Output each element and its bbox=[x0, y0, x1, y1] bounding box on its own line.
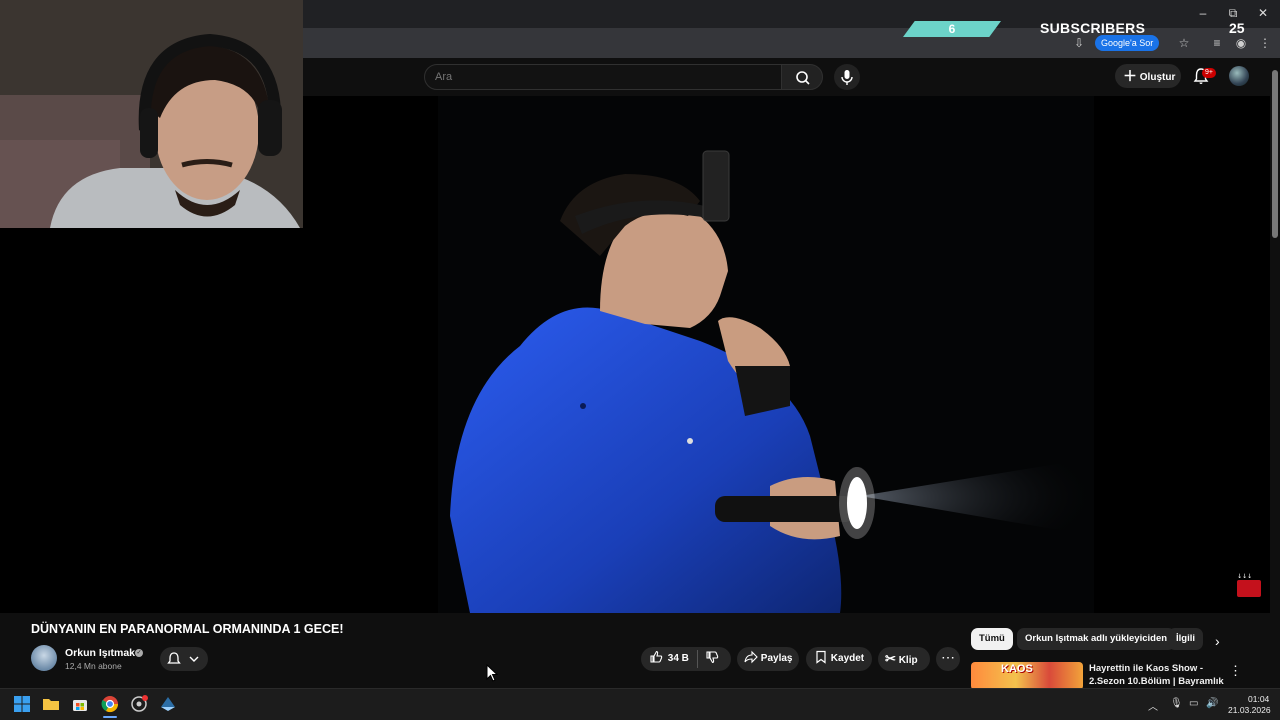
display-tray-icon[interactable]: ▭ bbox=[1189, 698, 1198, 709]
windows-logo-icon bbox=[14, 696, 30, 712]
chip-related[interactable]: İlgili bbox=[1168, 628, 1203, 650]
share-label: Paylaş bbox=[760, 653, 793, 664]
thumbs-down-icon bbox=[706, 651, 719, 664]
taskbar-date[interactable]: 21.03.2026 bbox=[1228, 705, 1271, 715]
start-button[interactable] bbox=[12, 694, 32, 714]
scrollbar-thumb[interactable] bbox=[1272, 70, 1278, 238]
bookmark-icon bbox=[816, 650, 826, 664]
search-input[interactable] bbox=[424, 64, 782, 90]
close-window-button[interactable]: ✕ bbox=[1248, 4, 1278, 22]
verified-icon: ✓ bbox=[135, 649, 143, 657]
channel-avatar[interactable] bbox=[31, 645, 57, 671]
thumbs-up-icon bbox=[650, 650, 663, 663]
subscribe-watermark-icon: ↓↓↓ bbox=[1237, 573, 1261, 597]
video-title: DÜNYANIN EN PARANORMAL ORMANINDA 1 GECE! bbox=[31, 622, 344, 636]
notification-badge: 9+ bbox=[1202, 68, 1216, 78]
share-icon bbox=[744, 650, 758, 664]
share-button[interactable]: Paylaş bbox=[737, 647, 799, 671]
volume-tray-icon[interactable]: 🔊 bbox=[1206, 698, 1218, 709]
tray-overflow-icon[interactable]: ︿ bbox=[1148, 698, 1158, 713]
subscriber-count-bar: 6 bbox=[903, 21, 1001, 37]
mouse-cursor bbox=[486, 663, 499, 682]
store-icon bbox=[73, 700, 87, 711]
tab-search-icon[interactable]: ≡ bbox=[1209, 35, 1225, 51]
active-app-indicator bbox=[103, 716, 117, 718]
create-button[interactable]: ＋ Oluştur bbox=[1115, 64, 1181, 88]
browser-menu-icon[interactable]: ⋮ bbox=[1257, 35, 1273, 51]
file-explorer-button[interactable] bbox=[41, 694, 61, 714]
minimize-button[interactable]: – bbox=[1188, 4, 1218, 22]
ask-google-button[interactable]: Google'a Sor bbox=[1095, 35, 1160, 51]
scissors-icon: ✂ bbox=[885, 651, 896, 666]
create-label: Oluştur bbox=[1139, 72, 1176, 83]
subscribe-watermark[interactable]: ↓↓↓ bbox=[1236, 572, 1262, 598]
chip-from-uploader[interactable]: Orkun Işıtmak adlı yükleyiciden bbox=[1017, 628, 1176, 650]
obs-button[interactable] bbox=[129, 694, 149, 714]
voice-search-button[interactable] bbox=[834, 64, 860, 90]
save-label: Kaydet bbox=[830, 653, 865, 664]
chips-next-icon[interactable]: › bbox=[1215, 633, 1220, 649]
chrome-button[interactable] bbox=[100, 694, 120, 714]
profile-icon[interactable]: ◉ bbox=[1233, 35, 1249, 51]
microphone-tray-icon[interactable]: 🎙 bbox=[1170, 698, 1183, 709]
related-video-thumbnail[interactable]: KAOS bbox=[971, 662, 1083, 690]
subscribers-label: SUBSCRIBERS bbox=[1040, 20, 1146, 36]
like-button[interactable]: 34 B bbox=[649, 647, 689, 671]
like-dislike-group: 34 B bbox=[641, 647, 731, 671]
folder-icon bbox=[43, 699, 59, 710]
save-button[interactable]: Kaydet bbox=[806, 647, 872, 671]
clip-button[interactable]: ✂ Klip bbox=[878, 647, 930, 671]
channel-name[interactable]: Orkun Işıtmak bbox=[65, 647, 135, 659]
like-count: 34 B bbox=[667, 653, 689, 664]
store-button[interactable] bbox=[70, 694, 90, 714]
webcam-frame bbox=[0, 0, 303, 228]
svg-text:↓↓↓: ↓↓↓ bbox=[1237, 573, 1252, 580]
ask-google-label: Google'a Sor bbox=[1101, 38, 1154, 48]
clip-label: Klip bbox=[898, 655, 918, 666]
record-app-icon bbox=[131, 695, 148, 712]
chrome-icon bbox=[101, 696, 119, 713]
install-icon[interactable]: ⇩ bbox=[1071, 35, 1087, 51]
plus-icon: ＋ bbox=[1123, 68, 1137, 84]
windows-taskbar bbox=[0, 688, 1280, 720]
subscription-bell-button[interactable] bbox=[160, 647, 208, 671]
steam-icon bbox=[161, 697, 175, 711]
search-icon bbox=[796, 71, 810, 85]
subscriber-count: 12,4 Mn abone bbox=[65, 661, 122, 671]
cursor-arrow-icon bbox=[486, 663, 499, 682]
thumbnail-logo-text: KAOS bbox=[1001, 663, 1033, 675]
subscription-bell-icon bbox=[167, 652, 199, 664]
account-avatar[interactable] bbox=[1229, 66, 1249, 86]
dislike-button[interactable] bbox=[705, 647, 719, 671]
more-actions-button[interactable]: ⋯ bbox=[936, 647, 960, 671]
webcam-overlay bbox=[0, 0, 303, 228]
more-icon: ⋯ bbox=[941, 649, 955, 665]
bookmark-star-icon[interactable]: ☆ bbox=[1176, 35, 1192, 51]
related-video-menu-icon[interactable]: ⋮ bbox=[1229, 663, 1242, 679]
chip-all[interactable]: Tümü bbox=[971, 628, 1013, 650]
pill-divider bbox=[697, 650, 698, 668]
mic-icon bbox=[841, 70, 853, 85]
taskbar-time[interactable]: 01:04 bbox=[1248, 694, 1269, 704]
subscriber-goal: 25 bbox=[1229, 20, 1245, 36]
search-button[interactable] bbox=[781, 64, 823, 90]
steam-button[interactable] bbox=[158, 694, 178, 714]
